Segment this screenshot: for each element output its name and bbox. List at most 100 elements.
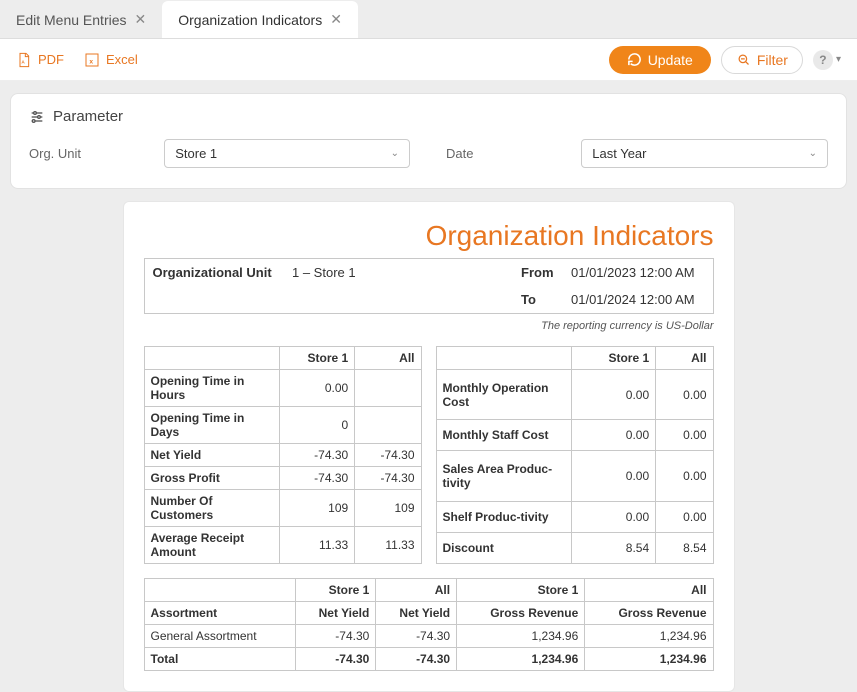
cell-all: -74.30 [355,467,421,490]
cell-store: 0.00 [571,370,656,420]
table-row: Opening Time in Days0 [144,407,421,444]
update-button[interactable]: Update [609,46,711,74]
cell-store: 11.33 [279,527,355,564]
tab-edit-menu-entries[interactable]: Edit Menu Entries ✕ [0,1,162,38]
cell-all: 8.54 [656,532,713,563]
row-label: Number Of Customers [144,490,279,527]
date-label: Date [446,146,561,161]
cell-all [355,370,421,407]
sliders-icon [29,109,45,125]
row-label: Total [144,648,295,671]
info-to-label: To [513,286,563,314]
cell-store: -74.30 [279,467,355,490]
row-label: Monthly Operation Cost [436,370,571,420]
report-card: Organization Indicators Organizational U… [123,201,735,692]
tab-label: Organization Indicators [178,12,322,28]
table-row: General Assortment-74.30-74.301,234.961,… [144,625,713,648]
chevron-down-icon: ⌄ [809,148,817,159]
cell-all [355,407,421,444]
table-row: Gross Profit-74.30-74.30 [144,467,421,490]
report-info-table: Organizational Unit 1 – Store 1 From 01/… [144,258,714,314]
date-value: Last Year [592,146,646,161]
orgunit-label: Org. Unit [29,146,144,161]
parameter-panel: Parameter Org. Unit Store 1 ⌄ Date Last … [10,93,847,189]
export-pdf-button[interactable]: A PDF [16,52,64,68]
table-row: Discount8.548.54 [436,532,713,563]
cell: 1,234.96 [585,625,713,648]
cell: 1,234.96 [457,625,585,648]
table-row: Monthly Staff Cost0.000.00 [436,420,713,451]
cell: -74.30 [376,648,457,671]
chevron-down-icon: ⌄ [391,148,399,159]
filter-button[interactable]: Filter [721,46,803,74]
row-label: Sales Area Produc-tivity [436,451,571,501]
cell-all: 0.00 [656,501,713,532]
info-orgunit-label: Organizational Unit [144,259,284,287]
table-row: Net Yield-74.30-74.30 [144,444,421,467]
indicators-table-right: Store 1 All Monthly Operation Cost0.000.… [436,346,714,564]
cell-store: 0.00 [571,451,656,501]
close-icon[interactable]: ✕ [135,11,147,28]
report-title: Organization Indicators [144,220,714,252]
row-label: Net Yield [144,444,279,467]
export-excel-button[interactable]: x Excel [84,52,138,68]
orgunit-select[interactable]: Store 1 ⌄ [164,139,410,168]
cell-all: 0.00 [656,451,713,501]
parameter-heading: Parameter [29,108,828,125]
toolbar: A PDF x Excel Update Filter ? ▾ [0,39,857,81]
info-from-value: 01/01/2023 12:00 AM [563,259,713,287]
table-row: Average Receipt Amount11.3311.33 [144,527,421,564]
row-label: Opening Time in Hours [144,370,279,407]
info-orgunit-value: 1 – Store 1 [284,259,513,287]
row-label: Shelf Produc-tivity [436,501,571,532]
excel-icon: x [84,52,100,68]
table-row: Opening Time in Hours0.00 [144,370,421,407]
table-row: Number Of Customers109109 [144,490,421,527]
cell-store: -74.30 [279,444,355,467]
info-from-label: From [513,259,563,287]
filter-label: Filter [757,52,788,68]
help-menu[interactable]: ? ▾ [813,50,841,70]
cell-store: 0.00 [279,370,355,407]
svg-text:x: x [89,58,93,65]
row-label: Gross Profit [144,467,279,490]
excel-label: Excel [106,52,138,67]
cell-store: 0.00 [571,501,656,532]
cell: 1,234.96 [585,648,713,671]
currency-note: The reporting currency is US-Dollar [144,320,714,332]
row-label: Monthly Staff Cost [436,420,571,451]
col-all: All [656,347,713,370]
parameter-heading-text: Parameter [53,108,123,125]
cell: -74.30 [295,648,376,671]
help-icon: ? [813,50,833,70]
row-label: Opening Time in Days [144,407,279,444]
row-label: Discount [436,532,571,563]
close-icon[interactable]: ✕ [330,11,342,28]
table-row: Sales Area Produc-tivity0.000.00 [436,451,713,501]
col-store: Store 1 [571,347,656,370]
update-label: Update [648,52,693,68]
cell-all: 11.33 [355,527,421,564]
filter-icon [736,52,751,67]
row-label: General Assortment [144,625,295,648]
tab-label: Edit Menu Entries [16,12,127,28]
assortment-table: Store 1 All Store 1 All Assortment Net Y… [144,578,714,671]
table-row: Monthly Operation Cost0.000.00 [436,370,713,420]
row-label: Average Receipt Amount [144,527,279,564]
orgunit-value: Store 1 [175,146,217,161]
cell-store: 8.54 [571,532,656,563]
indicators-table-left: Store 1 All Opening Time in Hours0.00Ope… [144,346,422,564]
cell-all: -74.30 [355,444,421,467]
cell: -74.30 [295,625,376,648]
info-to-value: 01/01/2024 12:00 AM [563,286,713,314]
chevron-down-icon: ▾ [836,54,841,65]
table-row: Shelf Produc-tivity0.000.00 [436,501,713,532]
cell-store: 109 [279,490,355,527]
col-store: Store 1 [279,347,355,370]
cell: -74.30 [376,625,457,648]
pdf-icon: A [16,52,32,68]
refresh-icon [627,52,642,67]
tab-organization-indicators[interactable]: Organization Indicators ✕ [162,1,358,38]
date-select[interactable]: Last Year ⌄ [581,139,828,168]
cell-all: 0.00 [656,420,713,451]
